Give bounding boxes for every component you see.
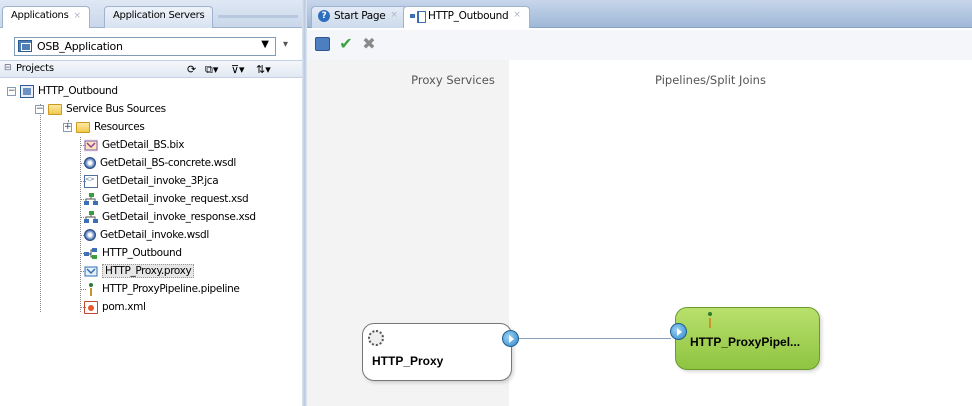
tree-item-label: Resources — [94, 121, 145, 133]
working-sets-icon[interactable]: ⧉▾ — [205, 63, 218, 77]
tree-item-resources[interactable]: + Resources — [63, 119, 145, 135]
validate-check-icon[interactable]: ✔ — [337, 35, 355, 53]
tree-connector — [80, 199, 86, 200]
close-icon[interactable]: × — [73, 11, 81, 21]
proxy-node-name: HTTP_Proxy — [372, 354, 444, 368]
tab-application-servers-label: Application Servers — [113, 10, 205, 21]
tab-strip-decoration — [218, 15, 298, 18]
tab-start-page[interactable]: ? Start Page × — [311, 6, 407, 28]
projects-label: Projects — [16, 63, 54, 74]
tree-item-label: GetDetail_invoke_request.xsd — [102, 193, 249, 205]
tree-item-file-selected[interactable]: HTTP_Proxy.proxy — [84, 263, 195, 279]
sync-icon[interactable] — [315, 35, 333, 53]
filter-icon[interactable]: ⊽▾ — [231, 63, 245, 76]
dropdown-arrow-icon[interactable]: ▼ — [261, 39, 269, 50]
tree-connector — [80, 253, 86, 254]
tab-application-servers[interactable]: Application Servers — [104, 6, 214, 28]
tree-connector — [80, 163, 86, 164]
tab-applications-label: Applications — [11, 10, 69, 21]
proxy-service-icon — [84, 265, 98, 278]
gear-icon — [368, 330, 384, 346]
help-icon: ? — [318, 10, 330, 22]
folder-icon — [76, 122, 90, 133]
pipeline-input-port-icon[interactable] — [670, 323, 687, 340]
proxy-output-port-icon[interactable] — [502, 330, 519, 347]
tree-connector — [80, 181, 86, 182]
tree-item-label: GetDetail_invoke_response.xsd — [102, 211, 256, 223]
tree-connector — [80, 217, 86, 218]
pipeline-icon — [84, 282, 98, 296]
application-navigator: Applications × Application Servers OSB_Ap… — [0, 0, 302, 406]
tree-item-file[interactable]: HTTP_ProxyPipeline.pipeline — [84, 281, 240, 297]
overview-editor: ? Start Page × HTTP_Outbound × ✔ ✖ Proxy… — [307, 0, 972, 406]
tree-item-label: GetDetail_invoke.wsdl — [100, 229, 209, 241]
application-icon — [18, 40, 32, 52]
pipeline-node[interactable]: HTTP_ProxyPipel... — [675, 307, 820, 370]
tree-connector — [80, 235, 86, 236]
expand-node-icon[interactable]: + — [63, 122, 72, 132]
close-icon[interactable]: × — [390, 10, 398, 20]
wire-connector[interactable] — [519, 338, 671, 339]
tree-item-project[interactable]: − HTTP_Outbound — [7, 83, 118, 99]
tree-item-label: HTTP_ProxyPipeline.pipeline — [102, 283, 240, 295]
tab-http-outbound[interactable]: HTTP_Outbound × — [403, 6, 530, 28]
tree-connector — [80, 271, 86, 272]
tree-item-label: pom.xml — [102, 301, 146, 313]
application-select[interactable]: OSB_Application ▼ — [14, 37, 276, 56]
jca-icon: <> — [84, 174, 98, 188]
tree-connector — [80, 307, 86, 308]
pipeline-node-name: HTTP_ProxyPipel... — [690, 335, 801, 349]
tree-item-label: GetDetail_invoke_3P.jca — [102, 175, 219, 187]
pipeline-icon — [706, 312, 714, 330]
projects-header: ⊟ Projects ⟳ ⧉▾ ⊽▾ ⇅▾ — [0, 60, 302, 78]
application-select-value: OSB_Application — [37, 40, 123, 53]
delete-x-icon[interactable]: ✖ — [360, 35, 378, 53]
application-menu-icon[interactable]: ▾ — [283, 39, 288, 50]
tree-item-label: HTTP_Proxy.proxy — [102, 264, 195, 278]
project-icon — [20, 84, 34, 98]
composite-overview-icon — [410, 10, 426, 23]
tree-connector — [80, 145, 86, 146]
tab-http-outbound-label: HTTP_Outbound — [428, 10, 509, 22]
diagram-canvas[interactable]: Proxy Services Pipelines/Split Joins HTT… — [307, 60, 972, 406]
tree-item-service-bus-sources[interactable]: − Service Bus Sources — [35, 101, 166, 117]
folder-icon — [48, 104, 62, 115]
business-service-icon — [84, 138, 98, 152]
tree-item-file[interactable]: GetDetail_BS.bix — [84, 137, 184, 153]
editor-toolbar: ✔ ✖ — [307, 30, 972, 60]
tree-item-file[interactable]: pom.xml — [84, 299, 146, 315]
tree-connector — [40, 104, 41, 312]
overview-icon — [84, 247, 98, 260]
tree-item-label: HTTP_Outbound — [102, 247, 182, 259]
collapse-node-icon[interactable]: − — [35, 104, 44, 114]
tree-item-file[interactable]: GetDetail_invoke_request.xsd — [84, 191, 249, 207]
sort-icon[interactable]: ⇅▾ — [256, 63, 271, 76]
refresh-icon[interactable]: ⟳ — [187, 63, 196, 76]
tree-item-label: HTTP_Outbound — [38, 85, 118, 97]
editor-tab-bar: ? Start Page × HTTP_Outbound × — [307, 0, 972, 28]
pipelines-lane-title: Pipelines/Split Joins — [655, 73, 766, 87]
tree-item-file[interactable]: <> GetDetail_invoke_3P.jca — [84, 173, 219, 189]
tree-item-label: GetDetail_BS.bix — [102, 139, 185, 151]
tab-start-page-label: Start Page — [334, 10, 386, 22]
tree-item-label: Service Bus Sources — [66, 103, 166, 115]
collapse-icon[interactable]: ⊟ — [4, 63, 12, 73]
xml-file-icon — [84, 300, 98, 314]
tree-item-label: GetDetail_BS-concrete.wsdl — [100, 157, 236, 169]
tree-item-file[interactable]: HTTP_Outbound — [84, 245, 182, 261]
proxy-services-lane-title: Proxy Services — [411, 73, 495, 87]
tree-item-file[interactable]: GetDetail_invoke_response.xsd — [84, 209, 256, 225]
tree-item-file[interactable]: GetDetail_invoke.wsdl — [84, 227, 209, 243]
navigator-tab-bar: Applications × Application Servers — [0, 0, 302, 28]
xsd-icon — [84, 210, 98, 224]
tab-applications[interactable]: Applications × — [2, 6, 90, 28]
tree-connector — [80, 289, 86, 290]
tree-item-file[interactable]: GetDetail_BS-concrete.wsdl — [84, 155, 236, 171]
close-icon[interactable]: × — [513, 10, 521, 20]
collapse-node-icon[interactable]: − — [7, 86, 16, 96]
proxy-service-node[interactable]: HTTP_Proxy — [362, 323, 512, 381]
xsd-icon — [84, 192, 98, 206]
